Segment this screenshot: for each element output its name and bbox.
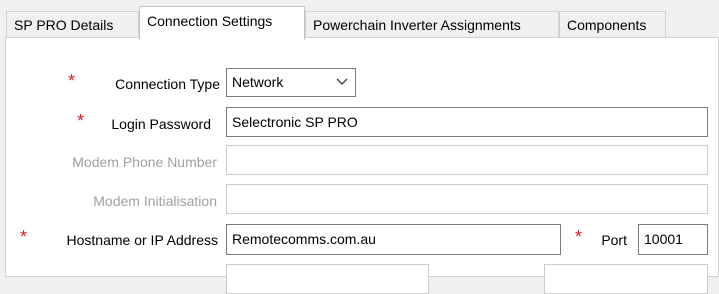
tab-powerchain-inverter-assignments[interactable]: Powerchain Inverter Assignments [305,11,559,38]
modem-initialisation-label: Modem Initialisation [93,193,217,209]
connection-type-select[interactable]: Network [226,68,356,97]
hostname-field[interactable]: Remotecomms.com.au [226,224,561,255]
required-marker: * [575,227,583,247]
tab-connection-settings[interactable]: Connection Settings [139,6,305,40]
required-marker: * [77,111,85,131]
port-label: Port [601,232,627,248]
modem-phone-number-label: Modem Phone Number [72,154,217,170]
required-marker: * [20,227,28,247]
chevron-down-icon [336,78,348,85]
modem-initialisation-field[interactable] [226,184,708,214]
port-field[interactable]: 10001 [638,224,708,255]
hostname-label: Hostname or IP Address [66,232,218,248]
login-password-field[interactable]: Selectronic SP PRO [226,107,708,137]
required-marker: * [68,71,76,91]
connection-type-label: Connection Type [115,76,220,92]
tab-strip: SP PRO Details Connection Settings Power… [6,6,719,40]
connection-type-value: Network [232,74,284,90]
tab-components[interactable]: Components [559,11,666,38]
modem-phone-number-field[interactable] [226,145,708,175]
login-password-label: Login Password [111,116,211,132]
tab-sp-pro-details[interactable]: SP PRO Details [6,11,139,38]
partial-field-left[interactable] [226,264,429,294]
partial-field-right[interactable] [544,264,708,294]
